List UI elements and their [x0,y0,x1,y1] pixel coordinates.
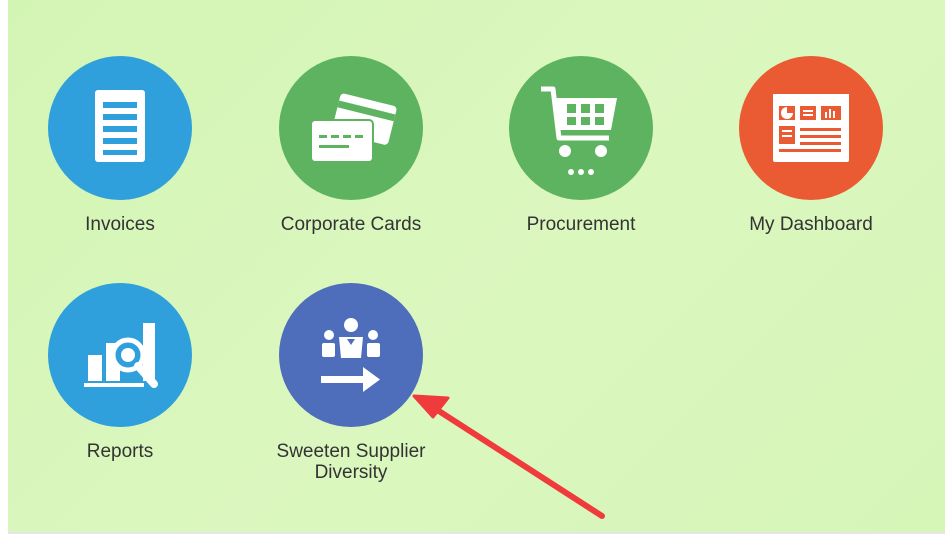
sweeten-supplier-diversity-button[interactable] [279,283,423,427]
invoice-icon [95,90,145,162]
reports-icon [84,323,158,388]
credit-cards-icon [310,93,397,163]
procurement-button[interactable] [509,56,653,200]
app-tile-invoices[interactable]: Invoices [20,56,220,235]
dashboard-icon [773,94,849,162]
my-dashboard-label: My Dashboard [749,214,873,235]
sweeten-supplier-diversity-label: Sweeten Supplier Diversity [276,441,426,483]
shopping-cart-icon [541,86,617,175]
corporate-cards-label: Corporate Cards [280,214,422,235]
invoices-label: Invoices [85,214,155,235]
procurement-label: Procurement [526,214,636,235]
app-tile-reports[interactable]: Reports [20,283,220,462]
app-tile-my-dashboard[interactable]: My Dashboard [711,56,911,235]
app-tile-sweeten-supplier-diversity[interactable]: Sweeten Supplier Diversity [251,283,451,483]
reports-label: Reports [86,441,154,462]
reports-button[interactable] [48,283,192,427]
invoices-button[interactable] [48,56,192,200]
supplier-diversity-icon [321,318,380,392]
app-tile-corporate-cards[interactable]: Corporate Cards [251,56,451,235]
my-dashboard-button[interactable] [739,56,883,200]
app-launcher-panel: Invoices Corporate Cards Procurement My … [8,0,945,534]
corporate-cards-button[interactable] [279,56,423,200]
app-tile-procurement[interactable]: Procurement [481,56,681,235]
